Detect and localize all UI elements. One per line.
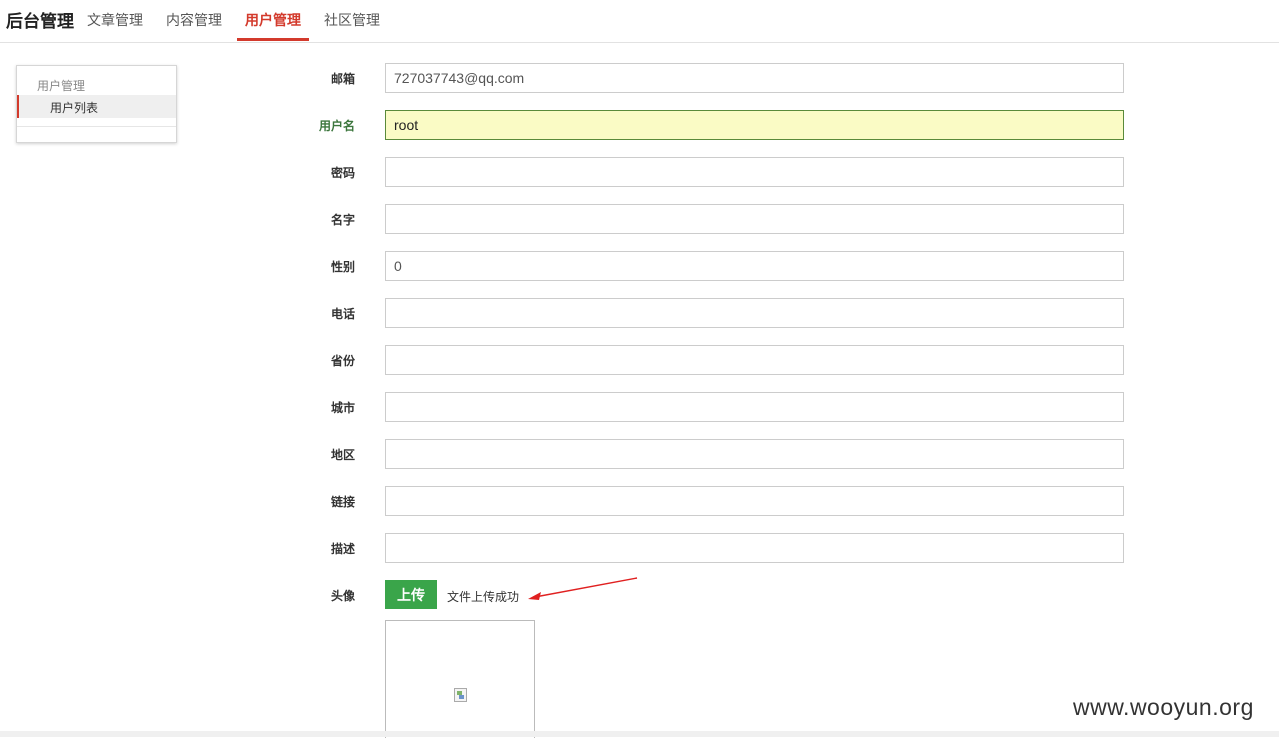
nav-item-community[interactable]: 社区管理: [324, 10, 380, 30]
nav-item-content[interactable]: 内容管理: [166, 10, 222, 30]
name-label: 名字: [330, 213, 355, 227]
bottom-scroll-strip: [0, 731, 1279, 737]
form-row-name: 名字: [300, 204, 1130, 234]
email-label: 邮箱: [330, 72, 355, 86]
link-field[interactable]: [385, 486, 1124, 516]
form-row-gender: 性别: [300, 251, 1130, 281]
sidebar-group-label: 用户管理: [37, 79, 86, 93]
sidebar: 用户管理 用户列表: [16, 65, 177, 143]
sidebar-item-label: 用户列表: [50, 101, 99, 115]
upload-status-text: 文件上传成功: [447, 590, 520, 604]
gender-field[interactable]: [385, 251, 1124, 281]
nav-active-indicator: [237, 38, 309, 41]
form-row-city: 城市: [300, 392, 1130, 422]
description-field[interactable]: [385, 533, 1124, 563]
avatar-preview: [385, 620, 535, 738]
phone-field[interactable]: [385, 298, 1124, 328]
nav-item-users[interactable]: 用户管理: [245, 10, 301, 30]
form-row-password: 密码: [300, 157, 1130, 187]
top-nav: 后台管理 文章管理 内容管理 用户管理 社区管理: [0, 0, 1279, 43]
phone-label: 电话: [330, 307, 355, 321]
brand-title: 后台管理: [6, 12, 74, 31]
form-row-link: 链接: [300, 486, 1130, 516]
province-field[interactable]: [385, 345, 1124, 375]
form-row-province: 省份: [300, 345, 1130, 375]
watermark: www.wooyun.org: [1073, 694, 1254, 720]
password-field[interactable]: [385, 157, 1124, 187]
username-field[interactable]: [385, 110, 1124, 140]
description-label: 描述: [330, 542, 355, 556]
name-field[interactable]: [385, 204, 1124, 234]
annotation-arrow-icon: [528, 577, 638, 600]
email-field[interactable]: [385, 63, 1124, 93]
city-field[interactable]: [385, 392, 1124, 422]
username-label: 用户名: [318, 119, 355, 133]
form-row-phone: 电话: [300, 298, 1130, 328]
gender-label: 性别: [330, 260, 355, 274]
form-row-description: 描述: [300, 533, 1130, 563]
avatar-label: 头像: [330, 589, 355, 603]
sidebar-item-user-list[interactable]: 用户列表: [17, 95, 176, 118]
password-label: 密码: [330, 166, 355, 180]
link-label: 链接: [330, 495, 355, 509]
province-label: 省份: [330, 354, 355, 368]
district-label: 地区: [330, 448, 355, 462]
broken-image-icon: [454, 688, 467, 702]
form-row-email: 邮箱: [300, 63, 1130, 93]
upload-button[interactable]: 上传: [385, 580, 437, 609]
form-row-username: 用户名: [300, 110, 1130, 140]
nav-item-articles[interactable]: 文章管理: [87, 10, 143, 30]
form-row-district: 地区: [300, 439, 1130, 469]
district-field[interactable]: [385, 439, 1124, 469]
city-label: 城市: [330, 401, 355, 415]
sidebar-divider: [17, 126, 176, 127]
